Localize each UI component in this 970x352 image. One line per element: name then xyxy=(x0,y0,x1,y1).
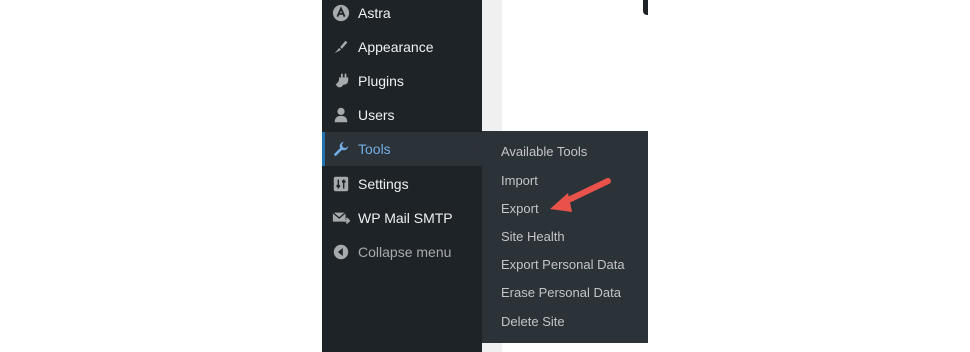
submenu-delete-site[interactable]: Delete Site xyxy=(501,308,565,336)
astra-icon xyxy=(331,3,351,23)
page-corner xyxy=(643,0,648,15)
flyout-caret xyxy=(474,142,482,158)
sidebar-item-label: Tools xyxy=(358,141,391,157)
sidebar-item-label: WP Mail SMTP xyxy=(358,210,453,226)
annotation-arrow-icon xyxy=(550,178,611,212)
sidebar-item-label: Users xyxy=(358,107,395,123)
sidebar-item-astra[interactable]: Astra xyxy=(322,0,482,30)
tools-flyout-menu: Available Tools Import Export Site Healt… xyxy=(482,131,648,343)
admin-sidebar: Astra Appearance Plugins Users Tools Set… xyxy=(322,0,482,352)
sidebar-item-wp-mail-smtp[interactable]: WP Mail SMTP xyxy=(322,201,482,235)
user-icon xyxy=(331,105,351,125)
sidebar-item-label: Appearance xyxy=(358,39,434,55)
submenu-available-tools[interactable]: Available Tools xyxy=(501,138,587,166)
submenu-erase-personal-data[interactable]: Erase Personal Data xyxy=(501,279,621,307)
active-indicator xyxy=(322,132,325,166)
plug-icon xyxy=(331,71,351,91)
sidebar-item-appearance[interactable]: Appearance xyxy=(322,30,482,64)
sidebar-item-tools[interactable]: Tools xyxy=(322,132,482,166)
sidebar-item-users[interactable]: Users xyxy=(322,98,482,132)
submenu-export[interactable]: Export xyxy=(501,195,539,223)
wrench-icon xyxy=(331,139,351,159)
collapse-menu-button[interactable]: Collapse menu xyxy=(322,235,482,269)
sidebar-item-label: Settings xyxy=(358,176,409,192)
paintbrush-icon xyxy=(331,37,351,57)
sidebar-item-plugins[interactable]: Plugins xyxy=(322,64,482,98)
sliders-icon xyxy=(331,174,351,194)
collapse-icon xyxy=(331,242,351,262)
sidebar-item-settings[interactable]: Settings xyxy=(322,167,482,201)
sidebar-item-label: Astra xyxy=(358,5,391,21)
mail-icon xyxy=(331,208,351,228)
sidebar-item-label: Plugins xyxy=(358,73,404,89)
submenu-import[interactable]: Import xyxy=(501,167,538,195)
submenu-site-health[interactable]: Site Health xyxy=(501,223,565,251)
submenu-export-personal-data[interactable]: Export Personal Data xyxy=(501,251,625,279)
collapse-menu-label: Collapse menu xyxy=(358,244,452,260)
